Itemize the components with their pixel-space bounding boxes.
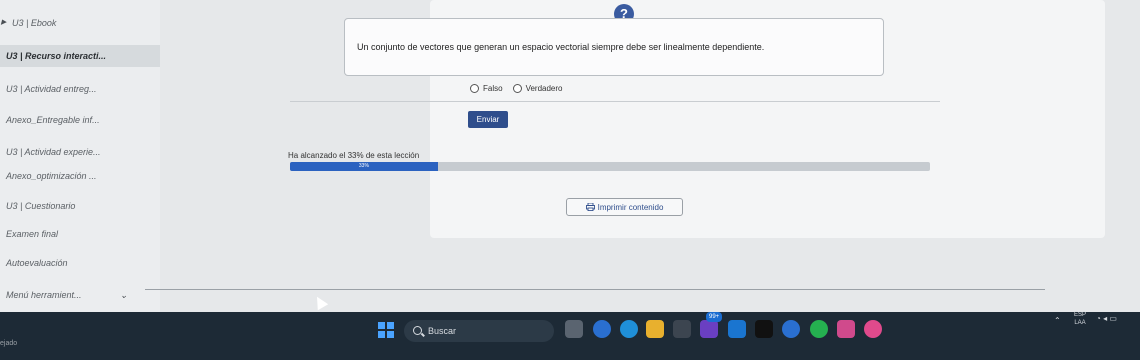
question-text: Un conjunto de vectores que generan un e… (357, 42, 765, 52)
radio-falso[interactable] (470, 84, 479, 93)
printer-icon (585, 200, 595, 218)
app-icon[interactable] (782, 320, 800, 338)
edge-browser-icon[interactable] (620, 320, 638, 338)
wifi-icon: ◔ (1096, 314, 1101, 323)
language-code: ESP (1074, 312, 1087, 318)
answer-options: Falso Verdadero (470, 84, 568, 93)
keyboard-layout: LAA (1074, 320, 1086, 326)
sidebar-item-label: U3 | Recurso interacti... (6, 51, 107, 61)
taskbar-edge-text: ejado (0, 340, 18, 347)
progress-label: Ha alcanzado el 33% de esta lección (288, 151, 420, 160)
sidebar-item-label: U3 | Actividad experie... (6, 147, 101, 157)
taskbar-search-input[interactable]: Buscar (404, 320, 554, 342)
outlook-icon[interactable] (728, 320, 746, 338)
sidebar-item-anexo-entregable[interactable]: Anexo_Entregable inf... (0, 109, 160, 131)
search-placeholder: Buscar (428, 326, 457, 336)
progress-bar: 33% (290, 162, 930, 171)
option-falso[interactable]: Falso (470, 84, 503, 93)
system-tray-icons[interactable]: ◔ ◂ ▭ (1096, 314, 1117, 323)
sidebar-item-autoevaluacion[interactable]: Autoevaluación (0, 252, 160, 274)
volume-icon: ◂ (1103, 314, 1108, 323)
slack-icon[interactable] (837, 320, 855, 338)
instagram-icon[interactable] (864, 320, 882, 338)
sidebar-item-cuestionario[interactable]: U3 | Cuestionario (0, 195, 160, 217)
whatsapp-icon[interactable] (810, 320, 828, 338)
tiktok-icon[interactable] (755, 320, 773, 338)
sidebar-item-actividad-entregable[interactable]: U3 | Actividad entreg... (0, 78, 160, 100)
sidebar-item-label: Autoevaluación (6, 258, 68, 268)
option-verdadero[interactable]: Verdadero (512, 84, 563, 93)
submit-button[interactable]: Enviar (468, 111, 508, 128)
notification-badge: 99+ (706, 312, 723, 322)
divider (145, 289, 1045, 290)
sidebar-item-anexo-optimizacion[interactable]: Anexo_optimización ... (0, 165, 160, 187)
sidebar-item-label: Anexo_Entregable inf... (6, 115, 100, 125)
language-indicator[interactable]: ESP LAA (1074, 311, 1086, 327)
option-label: Verdadero (525, 84, 563, 93)
copilot-icon[interactable] (593, 320, 611, 338)
search-icon (413, 326, 422, 335)
course-sidebar: ▶ U3 | Ebook U3 | Recurso interacti... U… (0, 0, 161, 312)
caret-right-icon: ▶ (1, 19, 7, 26)
sidebar-item-label: Anexo_optimización ... (6, 171, 97, 181)
print-button-label: Imprimir contenido (597, 203, 664, 212)
sidebar-item-label: U3 | Actividad entreg... (6, 84, 97, 94)
sidebar-item-menu-herramientas[interactable]: Menú herramient... ⌄ (0, 284, 160, 306)
sidebar-item-label: U3 | Cuestionario (6, 201, 76, 211)
print-content-button[interactable]: Imprimir contenido (566, 198, 683, 216)
store-icon[interactable] (673, 320, 691, 338)
option-label: Falso (483, 84, 503, 93)
sidebar-item-actividad-experiencia[interactable]: U3 | Actividad experie... (0, 141, 160, 163)
sidebar-item-examen-final[interactable]: Examen final (0, 223, 160, 245)
radio-verdadero[interactable] (512, 84, 522, 93)
sidebar-item-label: Menú herramient... (6, 290, 82, 300)
task-view-icon[interactable] (565, 320, 583, 338)
sidebar-item-label: U3 | Ebook (12, 18, 57, 28)
teams-icon[interactable] (700, 320, 718, 338)
file-explorer-icon[interactable] (646, 320, 664, 338)
tray-chevron-icon[interactable]: ⌃ (1054, 316, 1061, 325)
divider (290, 101, 940, 102)
sidebar-item-recurso-interactivo[interactable]: U3 | Recurso interacti... (0, 45, 160, 67)
question-box: Un conjunto de vectores que generan un e… (344, 18, 884, 76)
battery-icon: ▭ (1109, 314, 1117, 323)
sidebar-item-label: Examen final (6, 229, 59, 239)
chevron-down-icon[interactable]: ⌄ (120, 284, 128, 306)
progress-fill: 33% (290, 162, 438, 171)
windows-start-icon[interactable] (378, 322, 394, 338)
sidebar-item-ebook[interactable]: ▶ U3 | Ebook (0, 12, 160, 34)
